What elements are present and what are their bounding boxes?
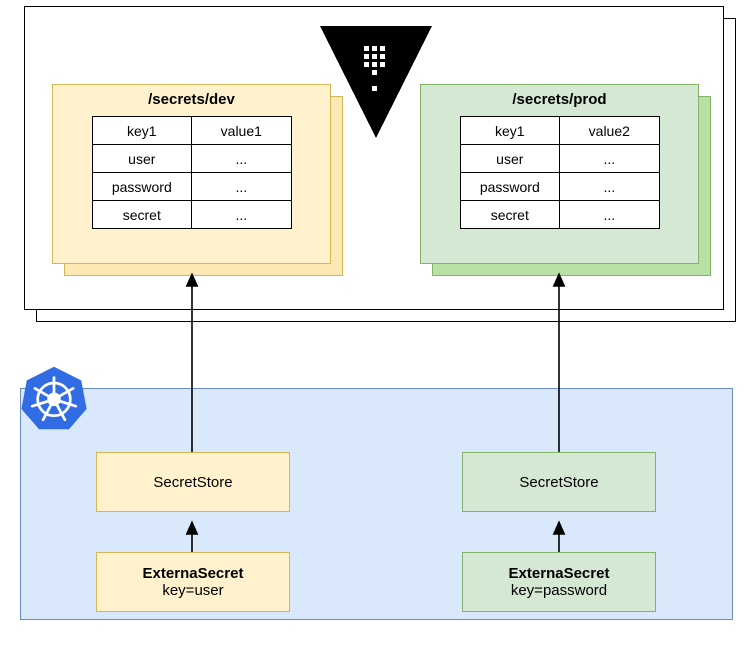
table-row: user... (460, 145, 659, 173)
dev-secrets-card: /secrets/dev key1value1 user... password… (52, 84, 331, 264)
prod-secrets-title: /secrets/prod (421, 85, 698, 110)
prod-secretstore-label: SecretStore (519, 474, 598, 491)
vault-icon-dot (372, 86, 377, 91)
dev-secrets-title: /secrets/dev (53, 85, 330, 110)
vault-icon-grid (364, 46, 385, 75)
prod-externalsecret: ExternaSecret key=password (462, 552, 656, 612)
table-row: secret... (92, 201, 291, 229)
prod-secrets-table: key1value2 user... password... secret... (460, 116, 660, 229)
table-row: user... (92, 145, 291, 173)
dev-externalsecret: ExternaSecret key=user (96, 552, 290, 612)
dev-secretstore: SecretStore (96, 452, 290, 512)
dev-secretstore-label: SecretStore (153, 474, 232, 491)
kubernetes-icon (20, 364, 88, 432)
dev-secrets-table: key1value1 user... password... secret... (92, 116, 292, 229)
diagram-stage: /secrets/dev key1value1 user... password… (0, 0, 752, 647)
table-row: key1value2 (460, 117, 659, 145)
prod-secretstore: SecretStore (462, 452, 656, 512)
prod-externalsecret-title: ExternaSecret (509, 565, 610, 582)
table-row: password... (92, 173, 291, 201)
table-row: password... (460, 173, 659, 201)
dev-externalsecret-sub: key=user (162, 582, 223, 599)
prod-secrets-card: /secrets/prod key1value2 user... passwor… (420, 84, 699, 264)
dev-externalsecret-title: ExternaSecret (143, 565, 244, 582)
table-row: key1value1 (92, 117, 291, 145)
prod-externalsecret-sub: key=password (511, 582, 607, 599)
table-row: secret... (460, 201, 659, 229)
